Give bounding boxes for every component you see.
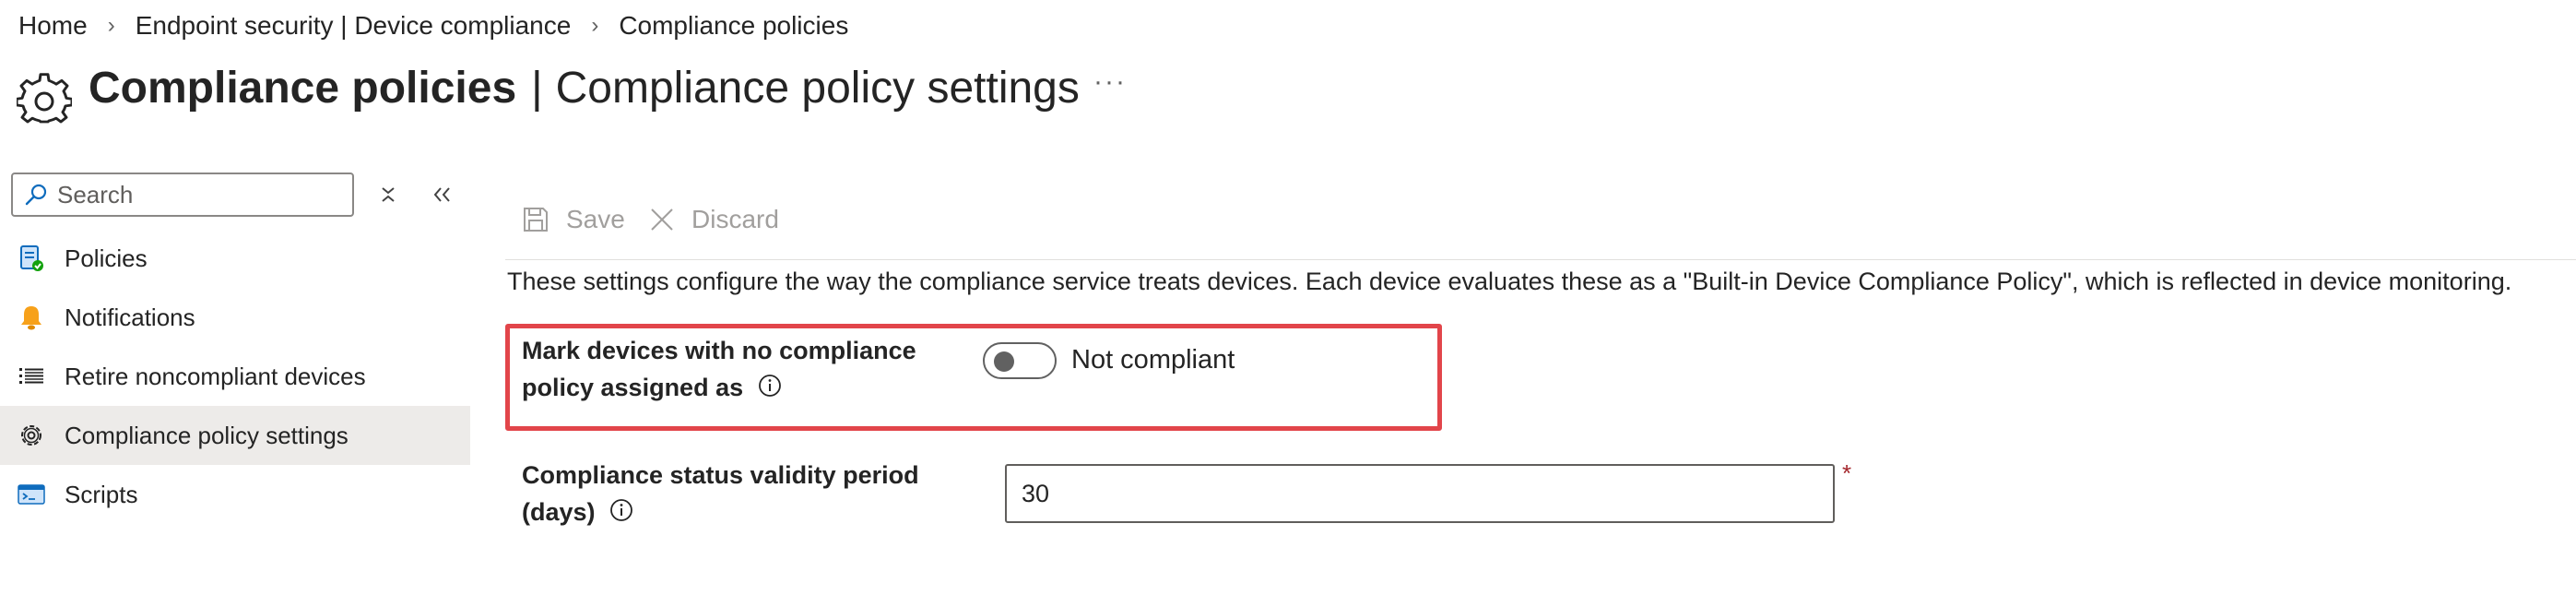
sidebar-item-label: Policies	[65, 244, 148, 272]
more-options-button[interactable]: ···	[1093, 66, 1127, 98]
title-divider: |	[531, 63, 543, 113]
mark-devices-label-line1: Mark devices with no compliance	[522, 337, 916, 364]
info-icon[interactable]	[758, 371, 782, 408]
breadcrumb-compliance-policies[interactable]: Compliance policies	[619, 11, 848, 41]
validity-period-field[interactable]	[1005, 464, 1835, 523]
collapse-all-button[interactable]	[374, 181, 402, 208]
breadcrumb-home[interactable]: Home	[18, 11, 88, 41]
sidebar-item-scripts[interactable]: Scripts	[0, 465, 470, 524]
sidebar-item-notifications[interactable]: Notifications	[0, 288, 470, 347]
breadcrumb-device-compliance[interactable]: Endpoint security | Device compliance	[136, 11, 572, 41]
sidebar-nav: Policies Notifications Retire noncomplia…	[0, 229, 470, 524]
scripts-icon	[15, 478, 48, 511]
breadcrumb-separator: ›	[107, 13, 115, 38]
sidebar-item-label: Notifications	[65, 303, 195, 331]
close-icon	[651, 208, 673, 231]
page-title: Compliance policies | Compliance policy …	[89, 57, 1080, 118]
page-title-main: Compliance policies	[89, 63, 517, 113]
required-indicator: *	[1842, 459, 1852, 487]
mark-devices-label: Mark devices with no compliance policy a…	[522, 332, 946, 408]
save-button[interactable]: Save	[522, 201, 625, 238]
save-label: Save	[566, 205, 625, 233]
mark-devices-label-line2: policy assigned as	[522, 374, 744, 401]
sidebar-item-compliance-policy-settings[interactable]: Compliance policy settings	[0, 406, 470, 465]
validity-period-label-line1: Compliance status validity period	[522, 461, 919, 489]
search-icon	[25, 184, 47, 206]
sidebar-item-label: Retire noncompliant devices	[65, 362, 366, 390]
double-chevron-left-icon[interactable]	[428, 181, 455, 208]
breadcrumb: Home › Endpoint security | Device compli…	[18, 7, 848, 44]
policies-icon	[15, 242, 48, 275]
gear-icon	[15, 419, 48, 452]
page-title-sub: Compliance policy settings	[555, 63, 1080, 113]
list-icon	[15, 360, 48, 393]
search-input[interactable]	[57, 180, 334, 209]
discard-button[interactable]: Discard	[649, 201, 779, 238]
breadcrumb-separator: ›	[591, 13, 599, 38]
validity-period-label: Compliance status validity period (days)	[522, 457, 946, 532]
info-icon[interactable]	[609, 495, 633, 532]
toggle-knob	[994, 351, 1014, 372]
validity-period-input[interactable]	[1022, 479, 1814, 508]
validity-period-label-line2: (days)	[522, 498, 596, 526]
gear-icon	[15, 72, 74, 127]
bell-icon	[15, 301, 48, 334]
sidebar-item-retire-noncompliant-devices[interactable]: Retire noncompliant devices	[0, 347, 470, 406]
sidebar-item-policies[interactable]: Policies	[0, 229, 470, 288]
discard-label: Discard	[691, 205, 779, 233]
sidebar-item-label: Scripts	[65, 480, 138, 508]
settings-description: These settings configure the way the com…	[507, 268, 2512, 295]
sidebar-item-label: Compliance policy settings	[65, 421, 349, 449]
compliance-toggle[interactable]	[983, 342, 1057, 379]
toggle-label: Not compliant	[1071, 345, 1235, 375]
search-box[interactable]	[11, 173, 354, 217]
save-icon	[524, 208, 548, 232]
toolbar-divider	[505, 259, 2576, 260]
